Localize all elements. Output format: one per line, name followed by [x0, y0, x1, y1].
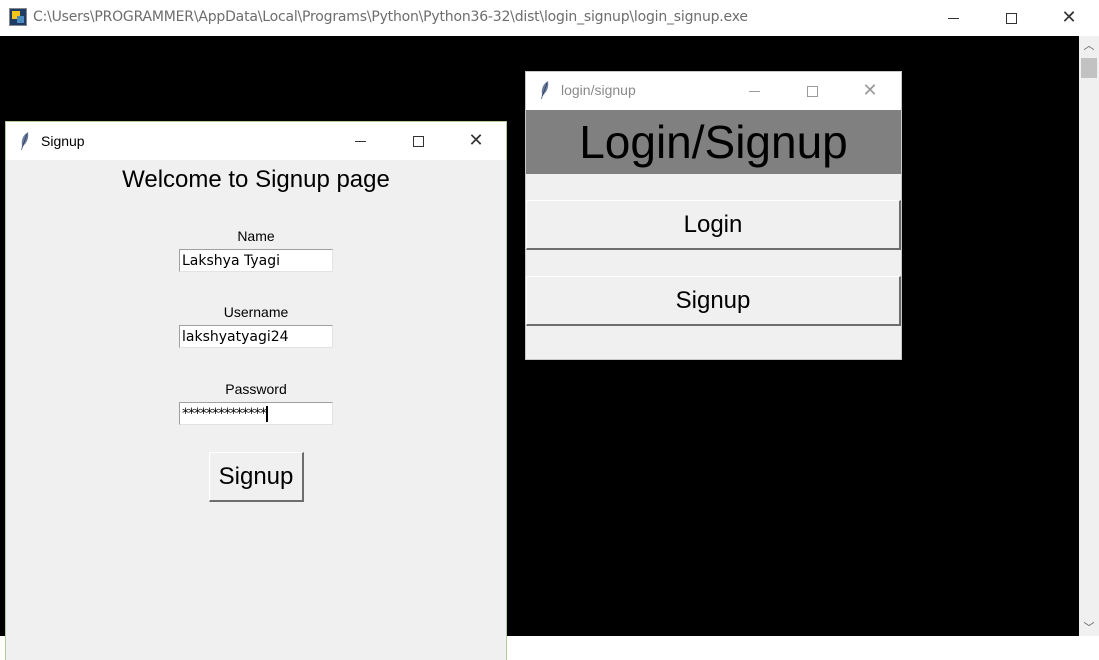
- signup-close-button[interactable]: ✕: [453, 124, 499, 156]
- login-header-label: Login/Signup: [526, 110, 901, 174]
- password-field-value: **************: [182, 406, 267, 422]
- minimize-icon: [947, 17, 959, 19]
- login-signup-window: login/signup ✕ Login/Signup Login Signup: [525, 71, 902, 360]
- close-icon: ✕: [468, 129, 484, 151]
- login-minimize-button[interactable]: [731, 75, 777, 107]
- username-label: Username: [223, 304, 289, 320]
- close-icon: ✕: [1061, 6, 1077, 28]
- name-field-value: Lakshya Tyagi: [182, 253, 280, 269]
- username-field[interactable]: lakshyatyagi24: [179, 325, 333, 348]
- maximize-icon: [1005, 12, 1017, 24]
- maximize-button[interactable]: [988, 2, 1034, 34]
- signup-minimize-button[interactable]: [337, 125, 383, 157]
- close-button[interactable]: ✕: [1046, 1, 1092, 33]
- close-icon: ✕: [862, 79, 878, 101]
- login-button[interactable]: Login: [526, 200, 901, 250]
- username-field-value: lakshyatyagi24: [182, 329, 289, 345]
- maximize-icon: [806, 85, 818, 97]
- login-maximize-button[interactable]: [789, 75, 835, 107]
- python-app-icon: [9, 8, 27, 26]
- open-signup-button[interactable]: Signup: [526, 276, 901, 326]
- signup-window: Signup ✕ Welcome to Signup page Name Lak…: [5, 121, 507, 660]
- signup-submit-button[interactable]: Signup: [209, 452, 304, 502]
- name-field[interactable]: Lakshya Tyagi: [179, 249, 333, 272]
- vertical-scrollbar[interactable]: ︿ ﹀: [1079, 36, 1099, 636]
- tk-feather-icon: [21, 132, 29, 150]
- password-label: Password: [225, 381, 287, 397]
- text-cursor: [266, 406, 268, 422]
- maximize-icon: [412, 135, 424, 147]
- scroll-up-icon[interactable]: ︿: [1079, 36, 1099, 54]
- login-window-title: login/signup: [561, 82, 636, 98]
- signup-window-titlebar: Signup ✕: [6, 122, 506, 160]
- welcome-heading: Welcome to Signup page: [122, 166, 390, 193]
- minimize-button[interactable]: [930, 2, 976, 34]
- signup-maximize-button[interactable]: [395, 125, 441, 157]
- login-window-titlebar: login/signup ✕: [526, 72, 901, 110]
- tk-feather-icon: [541, 81, 549, 99]
- console-window-title: C:\Users\PROGRAMMER\AppData\Local\Progra…: [33, 9, 748, 25]
- name-label: Name: [237, 228, 275, 244]
- scroll-down-icon[interactable]: ﹀: [1079, 618, 1099, 636]
- console-titlebar: C:\Users\PROGRAMMER\AppData\Local\Progra…: [0, 0, 1099, 36]
- minimize-icon: [748, 90, 760, 92]
- signup-window-title: Signup: [41, 133, 85, 149]
- login-close-button[interactable]: ✕: [847, 74, 893, 106]
- minimize-icon: [354, 140, 366, 142]
- password-field[interactable]: **************: [179, 402, 333, 425]
- scrollbar-thumb[interactable]: [1081, 58, 1097, 78]
